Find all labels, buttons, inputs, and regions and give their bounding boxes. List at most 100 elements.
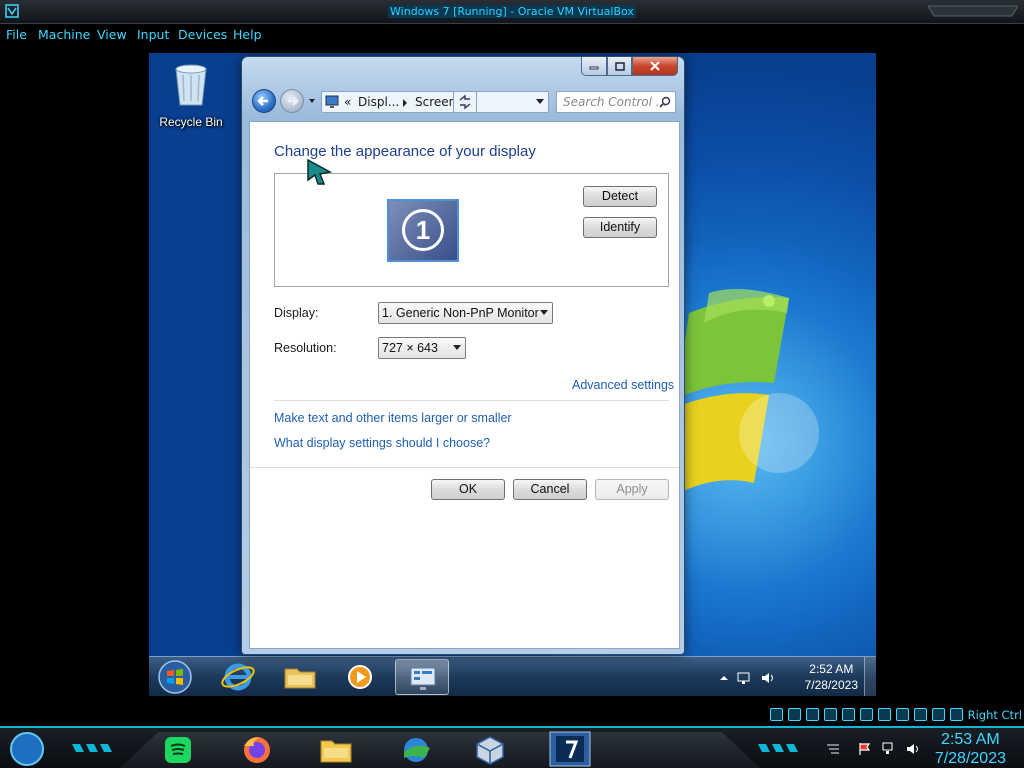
guest-clock-date: 7/28/2023	[804, 678, 858, 692]
taskbar-internet-explorer[interactable]	[211, 659, 265, 695]
action-center-flag-icon[interactable]	[858, 742, 872, 756]
close-button[interactable]	[632, 57, 678, 76]
tray-menu-icon[interactable]	[826, 742, 840, 756]
display-label: Display:	[274, 306, 319, 320]
taskbar-ornament-left	[72, 744, 112, 752]
refresh-button[interactable]	[453, 91, 477, 113]
minimize-icon	[589, 66, 599, 70]
menu-devices[interactable]: Devices	[178, 27, 227, 42]
host-start-orb-icon[interactable]	[8, 731, 46, 767]
file-explorer-icon[interactable]	[318, 734, 354, 766]
display-icon[interactable]	[878, 708, 891, 721]
resolution-label: Resolution:	[274, 341, 337, 355]
internet-explorer-icon	[221, 663, 255, 691]
display-settings-help-link[interactable]: What display settings should I choose?	[274, 436, 490, 450]
window-controls-ornament[interactable]	[928, 4, 1018, 18]
menu-file[interactable]: File	[6, 27, 27, 42]
windows-logo-wallpaper	[669, 289, 819, 498]
display-select[interactable]: 1. Generic Non-PnP Monitor	[378, 302, 553, 324]
advanced-settings-link[interactable]: Advanced settings	[572, 378, 674, 392]
network-icon[interactable]	[824, 708, 837, 721]
taskbar-explorer[interactable]	[273, 659, 327, 695]
breadcrumb-separator-icon[interactable]	[402, 99, 408, 107]
firefox-icon[interactable]	[240, 734, 274, 766]
host-clock-time: 2:53 AM	[941, 731, 1000, 748]
usb-icon[interactable]	[842, 708, 855, 721]
recycle-bin-icon[interactable]: Recycle Bin	[155, 61, 227, 129]
menu-input[interactable]: Input	[137, 27, 169, 42]
menu-view[interactable]: View	[97, 27, 127, 42]
divider	[250, 467, 679, 468]
show-desktop-button[interactable]	[864, 657, 876, 696]
taskbar-ornament-right	[758, 744, 798, 752]
hard-disk-icon[interactable]	[770, 708, 783, 721]
guest-taskbar: 2:52 AM 7/28/2023	[149, 656, 876, 696]
navigation-bar: « Displ... Screen ... Search Control ...	[250, 87, 678, 115]
menu-machine[interactable]: Machine	[38, 27, 90, 42]
monitor-preview: 1 Detect Identify	[274, 173, 669, 287]
cpu-icon[interactable]	[914, 708, 927, 721]
identify-button[interactable]: Identify	[583, 217, 657, 238]
monitor-number: 1	[402, 209, 444, 251]
maximize-button[interactable]	[607, 57, 632, 76]
start-orb-icon[interactable]	[156, 659, 194, 695]
refresh-icon	[459, 94, 471, 110]
detect-button[interactable]: Detect	[583, 186, 657, 207]
guest-clock[interactable]: 2:52 AM 7/28/2023	[805, 661, 858, 693]
recent-pages-dropdown-icon[interactable]	[308, 97, 316, 105]
virtualbox-taskbar-icon[interactable]	[474, 734, 506, 766]
menu-help[interactable]: Help	[233, 27, 262, 42]
host-clock-date: 7/28/2023	[934, 750, 1006, 767]
recycle-bin-label: Recycle Bin	[159, 115, 223, 129]
host-title-bar[interactable]: Windows 7 [Running] - Oracle VM VirtualB…	[0, 0, 1024, 24]
display-select-value: 1. Generic Non-PnP Monitor	[382, 306, 539, 320]
apply-button[interactable]: Apply	[595, 479, 669, 500]
folder-icon	[284, 668, 316, 689]
taskbar-display-settings[interactable]	[395, 659, 449, 695]
chevron-down-icon	[540, 310, 548, 315]
text-size-link[interactable]: Make text and other items larger or smal…	[274, 411, 512, 425]
host-taskbar: 2:53 AM 7/28/2023	[0, 726, 1024, 768]
close-icon	[650, 61, 660, 71]
mouse-integration-icon[interactable]	[932, 708, 945, 721]
minimize-button[interactable]	[581, 57, 607, 76]
optical-drive-icon[interactable]	[788, 708, 801, 721]
caption-buttons	[581, 57, 678, 77]
divider	[274, 400, 669, 401]
cancel-button[interactable]: Cancel	[513, 479, 587, 500]
host-clock[interactable]: 2:53 AM 7/28/2023	[935, 730, 1006, 768]
host-key-label: Right Ctrl	[967, 708, 1022, 722]
maximize-icon	[614, 61, 625, 71]
taskbar-media-player[interactable]	[333, 659, 387, 695]
audio-icon[interactable]	[806, 708, 819, 721]
search-icon[interactable]	[659, 96, 671, 108]
spotify-icon[interactable]	[162, 734, 194, 766]
search-control-panel-input[interactable]: Search Control ...	[556, 91, 676, 113]
recycle-bin-icon	[175, 64, 207, 106]
keyboard-capture-icon[interactable]	[950, 708, 963, 721]
host-status-bar: Right Ctrl	[0, 700, 1024, 726]
recording-icon[interactable]	[896, 708, 909, 721]
shared-folders-icon[interactable]	[860, 708, 873, 721]
resolution-select[interactable]: 727 × 643	[378, 337, 466, 359]
ok-button[interactable]: OK	[431, 479, 505, 500]
address-dropdown-icon[interactable]	[536, 99, 544, 105]
back-arrow-icon	[257, 96, 268, 106]
download-manager-icon[interactable]	[398, 734, 434, 766]
tray-icons[interactable]	[716, 671, 796, 685]
volume-icon[interactable]	[906, 742, 920, 756]
address-chevrons[interactable]: «	[344, 95, 351, 109]
forward-button[interactable]	[280, 89, 304, 113]
windows7-vm-taskbar-icon[interactable]	[548, 730, 592, 768]
control-panel-icon	[410, 667, 436, 690]
network-tray-icon[interactable]	[882, 742, 896, 756]
breadcrumb-display[interactable]: Displ...	[358, 95, 399, 109]
address-bar[interactable]: « Displ... Screen ...	[321, 91, 549, 113]
dialog-content: Change the appearance of your display 1 …	[249, 121, 680, 649]
chevron-down-icon	[453, 345, 461, 350]
back-button[interactable]	[252, 89, 276, 113]
display-settings-window[interactable]: « Displ... Screen ... Search Control ...…	[241, 56, 685, 655]
monitor-1[interactable]: 1	[387, 199, 459, 262]
screen: Windows 7 [Running] - Oracle VM VirtualB…	[0, 0, 1024, 768]
media-player-icon	[348, 665, 372, 689]
